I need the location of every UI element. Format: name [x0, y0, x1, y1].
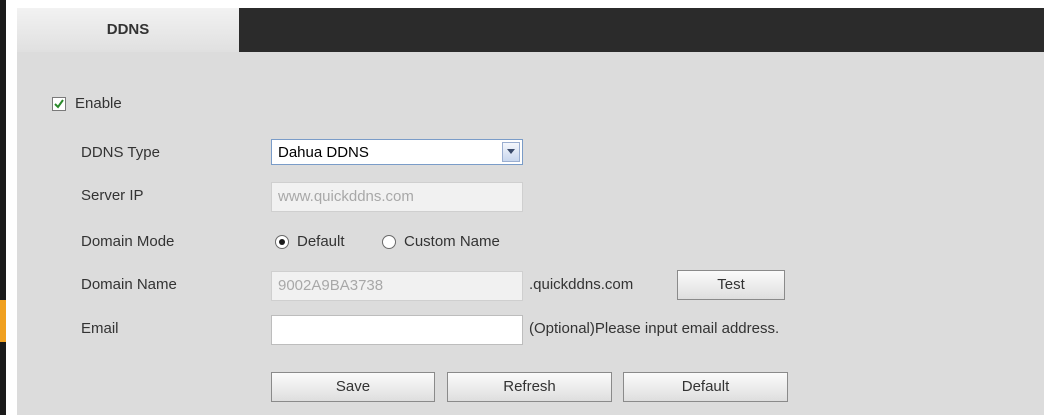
- domain-name-row: Domain Name 9002A9BA3738 .quickddns.com …: [17, 270, 917, 301]
- tab-ddns[interactable]: DDNS: [17, 8, 239, 52]
- server-ip-row: Server IP www.quickddns.com: [17, 182, 617, 212]
- enable-row: Enable: [17, 90, 417, 118]
- domain-mode-label: Domain Mode: [81, 233, 175, 250]
- ddns-type-row: DDNS Type Dahua DDNS: [17, 139, 617, 167]
- domain-mode-row: Domain Mode Default Custom Name: [17, 228, 717, 256]
- enable-label: Enable: [75, 95, 122, 112]
- server-ip-label: Server IP: [81, 187, 144, 204]
- ddns-type-select[interactable]: Dahua DDNS: [271, 139, 523, 165]
- domain-name-field[interactable]: 9002A9BA3738: [271, 271, 523, 301]
- server-ip-field[interactable]: www.quickddns.com: [271, 182, 523, 212]
- enable-checkbox[interactable]: [52, 97, 66, 111]
- ddns-type-label: DDNS Type: [81, 144, 160, 161]
- left-edge-accent: [0, 300, 6, 342]
- radio-custom-name-label: Custom Name: [404, 233, 500, 250]
- domain-suffix: .quickddns.com: [529, 276, 634, 293]
- default-button[interactable]: Default: [623, 372, 788, 402]
- email-hint: (Optional)Please input email address.: [529, 320, 780, 337]
- save-button[interactable]: Save: [271, 372, 435, 402]
- email-field[interactable]: [271, 315, 523, 345]
- radio-custom-name[interactable]: [382, 235, 396, 249]
- email-label: Email: [81, 320, 119, 337]
- radio-default[interactable]: [275, 235, 289, 249]
- chevron-down-icon[interactable]: [502, 142, 520, 162]
- ddns-settings-panel: DDNS Enable DDNS Type Dahua DDNS Server …: [17, 8, 1044, 415]
- radio-selected-dot: [279, 239, 285, 245]
- test-button[interactable]: Test: [677, 270, 785, 300]
- refresh-button[interactable]: Refresh: [447, 372, 612, 402]
- email-row: Email (Optional)Please input email addre…: [17, 315, 1017, 345]
- tab-bar: DDNS: [17, 8, 1044, 52]
- ddns-type-value: Dahua DDNS: [278, 144, 369, 161]
- checkmark-icon: [54, 99, 64, 109]
- left-edge-bar: [0, 0, 6, 415]
- radio-default-label: Default: [297, 233, 345, 250]
- domain-name-label: Domain Name: [81, 276, 177, 293]
